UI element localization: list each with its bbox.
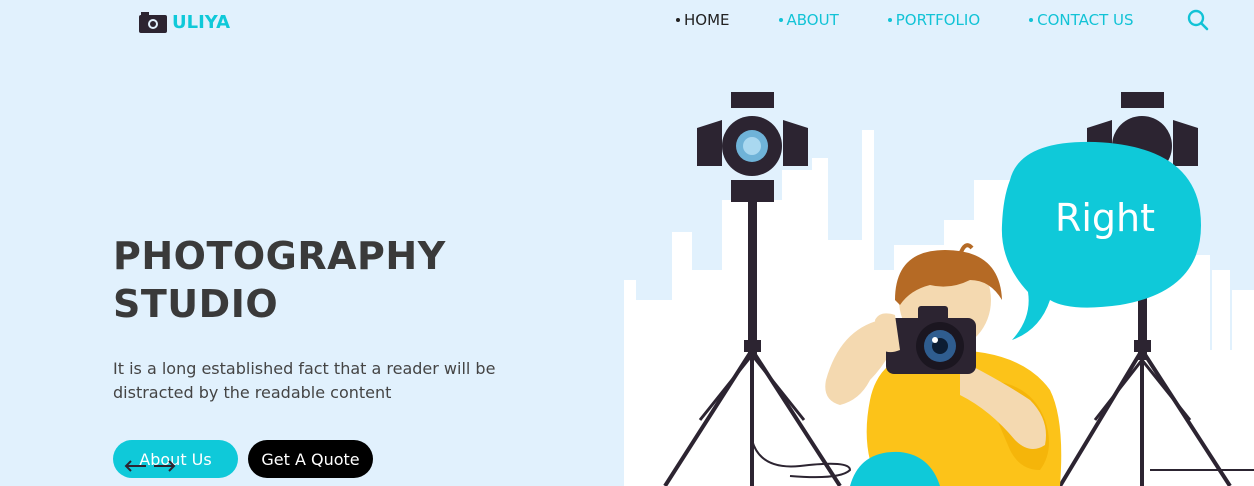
search-icon[interactable] bbox=[1186, 8, 1210, 32]
slider-arrows bbox=[124, 460, 176, 472]
camera-icon bbox=[139, 12, 167, 33]
brand-name: ULIYA bbox=[172, 11, 231, 33]
brand-logo[interactable]: ULIYA bbox=[138, 10, 230, 34]
hero-description: It is a long established fact that a rea… bbox=[113, 359, 496, 402]
main-nav: HOME ABOUT PORTFOLIO CONTACT US bbox=[676, 9, 1134, 31]
page-title-line-2: STUDIO bbox=[113, 282, 279, 326]
bullet-icon bbox=[778, 18, 783, 22]
bullet-icon bbox=[887, 18, 892, 22]
arrow-right-icon[interactable] bbox=[154, 460, 176, 472]
nav-item-label: CONTACT US bbox=[1037, 11, 1134, 29]
bullet-icon bbox=[1029, 18, 1034, 22]
nav-item-portfolio[interactable]: PORTFOLIO bbox=[887, 11, 981, 29]
nav-item-about[interactable]: ABOUT bbox=[778, 11, 839, 29]
get-a-quote-button[interactable]: Get A Quote bbox=[248, 440, 373, 478]
nav-item-label: ABOUT bbox=[786, 11, 839, 29]
arrow-left-icon[interactable] bbox=[124, 460, 146, 472]
page-title: PHOTOGRAPHY STUDIO bbox=[113, 232, 533, 328]
nav-item-label: PORTFOLIO bbox=[895, 11, 981, 29]
bullet-icon bbox=[676, 18, 680, 22]
nav-item-home[interactable]: HOME bbox=[676, 11, 730, 29]
speech-bubble-text: Right bbox=[1054, 196, 1156, 240]
page-title-line-1: PHOTOGRAPHY bbox=[113, 234, 446, 278]
nav-item-label: HOME bbox=[684, 11, 730, 29]
nav-item-contact-us[interactable]: CONTACT US bbox=[1029, 11, 1134, 29]
